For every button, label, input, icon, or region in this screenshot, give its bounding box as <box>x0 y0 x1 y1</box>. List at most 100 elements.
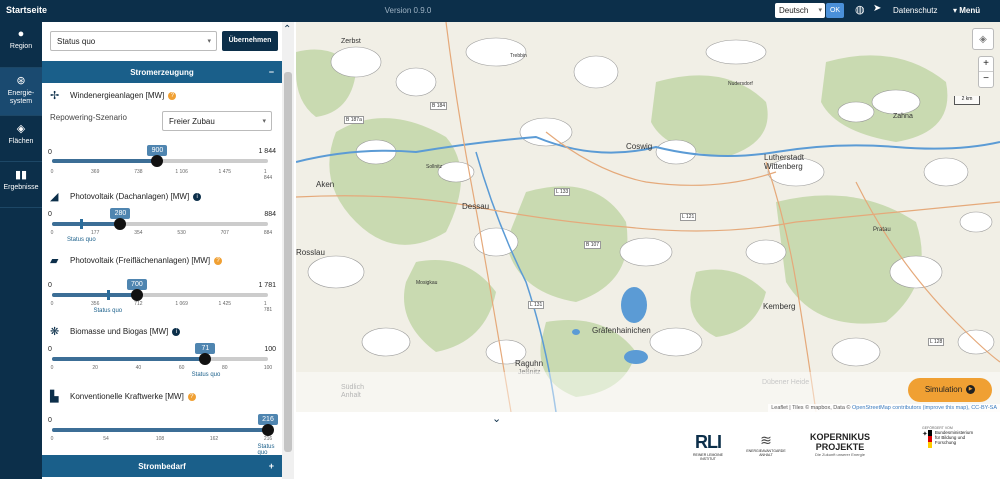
panel-scrollbar[interactable] <box>282 22 294 479</box>
nav-results[interactable]: ▮▮ Ergebnisse <box>0 162 42 208</box>
conventional-slider-fill <box>52 428 268 432</box>
tick-label: 707 <box>220 230 229 236</box>
info-icon[interactable]: ? <box>214 256 223 265</box>
map-label: Gräfenhainichen <box>592 326 651 335</box>
tick-label: 356 <box>91 301 100 307</box>
collapse-icon[interactable]: − <box>269 67 274 77</box>
nav-results-label: Ergebnisse <box>3 184 39 191</box>
biomass-ticks: 0 20 40 60 80 100 <box>51 365 273 373</box>
wind-slider-fill <box>52 159 158 163</box>
pv-roof-status-quo-label: Status quo <box>66 237 96 243</box>
road-label: L 128 <box>928 338 945 346</box>
tick-label: 0 <box>50 169 54 175</box>
apply-button[interactable]: Übernehmen <box>222 31 278 51</box>
conventional-slider[interactable]: 216 <box>52 414 278 436</box>
nav-region[interactable]: ● Region <box>0 22 42 68</box>
info-icon[interactable]: ? <box>187 392 196 401</box>
wind-ticks: 0 369 738 1 106 1 475 1 844 <box>50 169 273 181</box>
privacy-link[interactable]: Datenschutz <box>893 6 937 15</box>
pv-ground-slider[interactable]: 700 <box>52 279 268 301</box>
pv-roof-slider-fill <box>52 222 121 226</box>
pv-ground-title: Photovoltaik (Freiflächenanlagen) [MW]? <box>70 256 223 265</box>
tick-label: 1 844 <box>263 169 273 181</box>
pv-roof-status-quo-marker <box>80 219 84 229</box>
info-icon[interactable]: i <box>193 192 202 201</box>
energieavantgarde-logo[interactable]: ≋ ENERGIEAVANTGARDE ANHALT <box>746 432 786 457</box>
pv-ground-status-quo-label: Status quo <box>93 308 123 314</box>
expand-icon[interactable]: + <box>269 461 274 471</box>
wind-slider-handle[interactable] <box>151 155 164 167</box>
nav-areas[interactable]: ◈ Flächen <box>0 116 42 162</box>
map-label: Aken <box>316 180 335 189</box>
tick-label: 0 <box>50 301 54 307</box>
tick-label: 100 <box>263 365 273 371</box>
play-icon: ▶ <box>966 385 976 395</box>
pv-ground-status-quo-marker <box>106 290 110 300</box>
pv-ground-ticks: 0 356 712 1 069 1 425 1 781 <box>50 301 273 313</box>
info-icon[interactable]: ? <box>168 91 177 100</box>
map-label: Coswig <box>626 142 653 151</box>
top-bar: Startseite Version 0.9.0 Deutsch ▾ OK ◍ … <box>0 0 1000 22</box>
repowering-label: Repowering-Szenario <box>50 113 127 122</box>
tick-label: 1 475 <box>218 169 232 175</box>
section-power-demand[interactable]: Strombedarf + <box>42 455 282 477</box>
scrollbar-thumb[interactable] <box>284 72 292 452</box>
conventional-title: Konventionelle Kraftwerke [MW]? <box>70 392 196 401</box>
layers-toggle-button[interactable]: ◈ <box>972 28 994 50</box>
bar-chart-icon: ▮▮ <box>14 169 28 181</box>
version-label: Version 0.9.0 <box>384 6 432 15</box>
chevron-down-icon: ▾ <box>818 7 822 14</box>
layers-icon: ◈ <box>979 34 987 45</box>
biomass-slider[interactable]: 71 <box>52 343 268 365</box>
wind-slider[interactable]: 900 <box>52 145 268 167</box>
tick-label: 530 <box>177 230 186 236</box>
biomass-slider-fill <box>52 357 206 361</box>
scale-bar: 2 km <box>954 96 980 105</box>
wind-turbine-icon: ✢ <box>50 90 60 102</box>
chevron-up-icon[interactable]: ⌃ <box>283 24 291 35</box>
wind-title: Windenergieanlagen [MW]? <box>70 91 177 100</box>
map-label: Mosigkau <box>416 280 438 286</box>
tick-label: 20 <box>92 365 98 371</box>
zoom-in-button[interactable]: + <box>979 57 993 72</box>
zoom-out-button[interactable]: − <box>979 72 993 87</box>
tick-label: 162 <box>209 436 219 442</box>
pv-roof-slider-handle[interactable] <box>114 218 127 230</box>
pv-roof-slider[interactable]: 280 <box>52 208 268 230</box>
map-label: Pratau <box>873 227 891 233</box>
section-power-generation[interactable]: Stromerzeugung − <box>42 61 282 83</box>
language-select[interactable]: Deutsch ▾ <box>775 3 825 18</box>
tick-label: 177 <box>91 230 100 236</box>
map-attribution: Leaflet | Tiles © mapbox, Data © OpenStr… <box>768 404 1000 412</box>
simulation-button[interactable]: Simulation ▶ <box>908 378 992 402</box>
energieavantgarde-text: ENERGIEAVANTGARDE ANHALT <box>746 449 786 457</box>
tick-label: 1 069 <box>175 301 188 307</box>
chevron-down-icon[interactable]: ⌄ <box>492 412 501 425</box>
attribution-link[interactable]: OpenStreetMap contributors (improve this… <box>852 405 997 411</box>
scenario-select[interactable]: Status quo ▾ <box>50 31 217 51</box>
globe-icon[interactable]: ◍ <box>855 3 865 16</box>
german-flag-icon <box>927 430 932 448</box>
location-arrow-icon[interactable]: ➤ <box>873 3 881 14</box>
repowering-select[interactable]: Freier Zubau ▾ <box>162 111 272 131</box>
tick-label: 0 <box>50 230 54 236</box>
language-ok-button[interactable]: OK <box>826 3 844 18</box>
nav-energy-system[interactable]: ⊛ Energie-system <box>0 68 42 116</box>
rli-logo[interactable]: RLI REINER LEMOINE INSTITUT <box>688 432 728 461</box>
zoom-control: + − <box>978 56 994 88</box>
menu-button[interactable]: ▾ Menü <box>953 6 980 15</box>
repowering-select-value: Freier Zubau <box>169 117 215 126</box>
info-icon[interactable]: i <box>172 327 181 336</box>
pv-ground-slider-handle[interactable] <box>130 289 143 301</box>
conventional-slider-handle[interactable] <box>262 424 274 436</box>
bmbf-logo[interactable]: GEFÖRDERT VOM ✦ Bundesministerium für Bil… <box>922 426 977 448</box>
map[interactable]: Zerbst Trebbin Nudersdorf Coswig Luthers… <box>296 22 1000 412</box>
energieavantgarde-mark-icon: ≋ <box>760 432 772 448</box>
kopernikus-logo[interactable]: KOPERNIKUS PROJEKTE Die Zukunft unserer … <box>810 432 870 457</box>
biomass-max: 100 <box>264 346 276 353</box>
rli-logo-mark: RLI <box>695 432 722 452</box>
biomass-slider-handle[interactable] <box>199 353 212 365</box>
tick-label: 80 <box>222 365 228 371</box>
biomass-status-quo-label: Status quo <box>191 372 221 378</box>
kopernikus-line2: PROJEKTE <box>815 442 865 452</box>
